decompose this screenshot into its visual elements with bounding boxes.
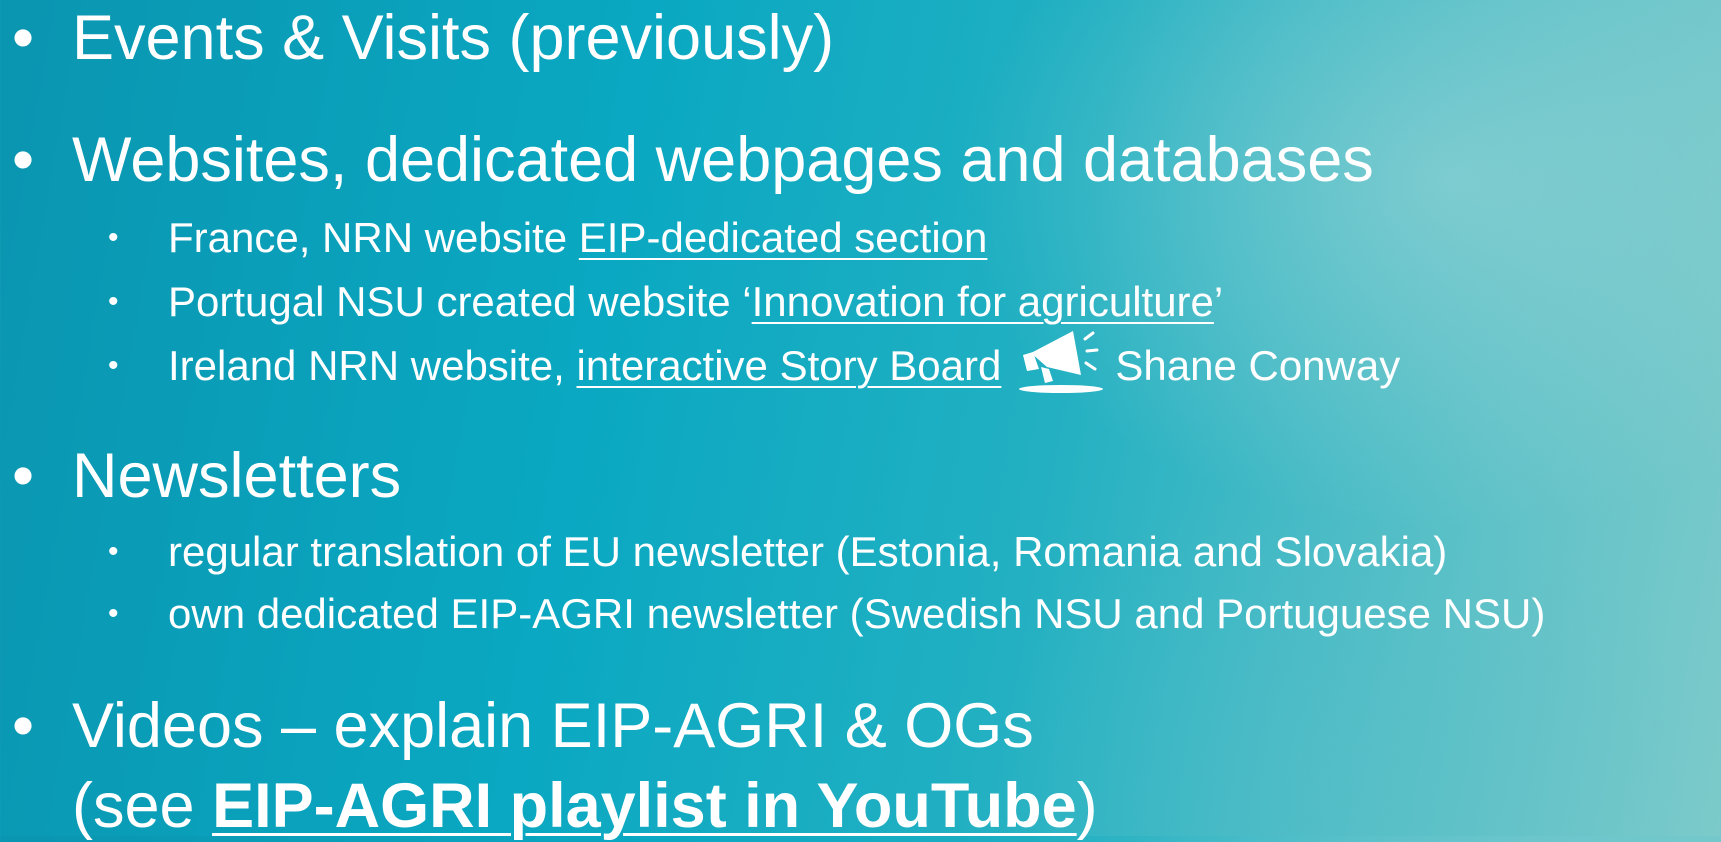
bullet-marker: • <box>12 3 35 73</box>
portugal-text: Portugal NSU created website ‘ <box>168 278 752 325</box>
bullet-marker: • <box>12 691 35 761</box>
bullet-marker: • <box>108 535 119 568</box>
shane-conway-name: Shane Conway <box>1115 342 1401 389</box>
france-text: France, NRN website <box>168 214 579 261</box>
bullet-marker: • <box>108 285 119 318</box>
bullet-marker: • <box>108 221 119 254</box>
bullet-marker: • <box>12 441 35 511</box>
see-suffix: ) <box>1076 771 1098 841</box>
bullet-marker: • <box>108 597 119 630</box>
slide: • Events & Visits (previously) • Website… <box>0 0 1721 841</box>
bullet-marker: • <box>108 349 119 382</box>
translation-text: regular translation of EU newsletter (Es… <box>168 528 1448 575</box>
bullet-marker: • <box>12 125 35 195</box>
see-prefix: (see <box>72 771 213 841</box>
eip-dedicated-section-link[interactable]: EIP-dedicated section <box>579 214 988 261</box>
heading-newsletters: Newsletters <box>72 441 402 511</box>
youtube-playlist-link[interactable]: EIP-AGRI playlist in YouTube <box>212 771 1077 841</box>
heading-events-visits: Events & Visits (previously) <box>72 3 835 73</box>
heading-websites: Websites, dedicated webpages and databas… <box>72 125 1374 195</box>
heading-videos: Videos – explain EIP-AGRI & OGs <box>72 691 1034 761</box>
portugal-suffix: ’ <box>1213 278 1224 325</box>
innovation-for-agriculture-link[interactable]: Innovation for agriculture <box>752 278 1214 325</box>
interactive-story-board-link[interactable]: interactive Story Board <box>577 342 1002 389</box>
own-newsletter-text: own dedicated EIP-AGRI newsletter (Swedi… <box>168 590 1546 637</box>
megaphone-icon <box>1011 323 1111 395</box>
ireland-text: Ireland NRN website, <box>168 342 577 389</box>
